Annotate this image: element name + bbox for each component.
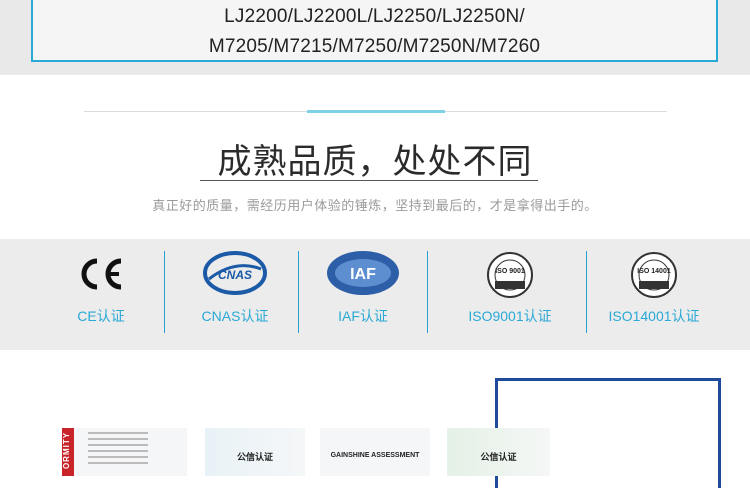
section-subtitle: 真正好的质量，需经历用户体验的锤炼，坚持到最后的，才是拿得出手的。 [152,198,598,213]
model-list-line-2: M7205/M7215/M7250/M7250N/M7260 [208,36,541,57]
model-list-box: LJ2200/LJ2200L/LJ2250/LJ2250N/ M7205/M72… [31,0,718,62]
cnas-logo-icon: CNAS [203,251,267,300]
cert-iso9001: ISO 9001 ISO9001认证 [455,239,565,350]
section-headline: 成熟品质，处处不同 [217,143,533,181]
cert-label-iso14001: ISO14001认证 [608,308,700,324]
model-list-line-1: LJ2200/LJ2200L/LJ2250/LJ2250N/ [224,6,525,27]
cert-cnas: CNAS CNAS认证 [185,239,285,350]
document-text-lines [62,432,187,464]
svg-text:ISO 9001: ISO 9001 [495,268,525,275]
document-title: 公信认证 [480,452,517,462]
certificate-document-1: ORMITY [62,428,187,476]
iso9001-seal-icon: ISO 9001 [486,251,534,304]
cert-divider [164,251,165,333]
iso14001-seal-icon: ISO 14001 [630,251,678,304]
top-band: LJ2200/LJ2200L/LJ2250/LJ2250N/ M7205/M72… [0,0,750,75]
section-rule-right [445,111,667,112]
svg-text:IAF: IAF [350,266,376,283]
cert-label-ce: CE认证 [77,308,125,324]
certification-band: CE认证 CNAS CNAS认证 IAF IAF认证 ISO 9001 ISO9… [0,239,750,350]
certificate-document-3: GAINSHINE ASSESSMENT [320,428,430,476]
svg-text:CNAS: CNAS [218,268,252,282]
cert-iaf: IAF IAF认证 [313,239,413,350]
iaf-logo-icon: IAF [325,249,401,302]
cert-ce: CE认证 [52,239,150,350]
headline-underline [200,180,538,181]
certificate-document-4: 公信认证 [447,428,550,476]
cert-divider [586,251,587,333]
cert-divider [298,251,299,333]
cert-label-iso9001: ISO9001认证 [468,308,552,324]
document-red-stripe: ORMITY [62,428,74,476]
svg-text:ISO 14001: ISO 14001 [637,268,671,275]
cert-label-cnas: CNAS认证 [201,308,269,324]
document-title: GAINSHINE ASSESSMENT [330,452,420,459]
certificate-document-2: 公信认证 [205,428,305,476]
cert-label-iaf: IAF认证 [338,308,388,324]
cert-divider [427,251,428,333]
ce-mark-icon [77,257,125,296]
cert-iso14001: ISO 14001 ISO14001认证 [600,239,708,350]
section-rule-accent [307,110,445,113]
section-rule-left [84,111,307,112]
document-title: 公信认证 [236,452,273,462]
